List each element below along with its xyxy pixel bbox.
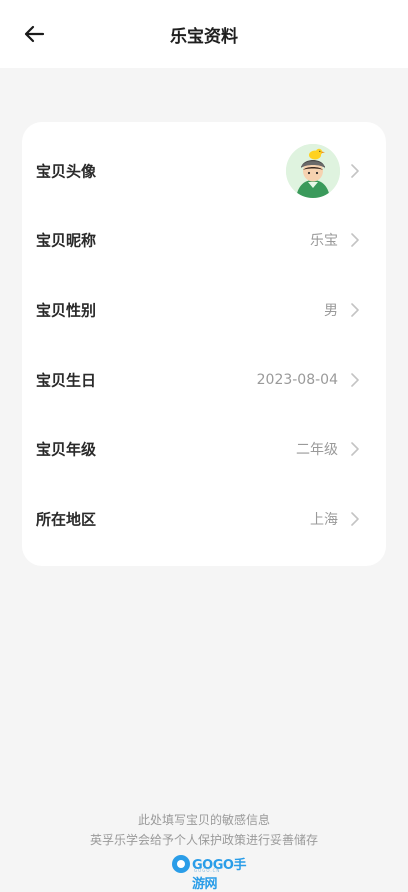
row-value: 二年级 (296, 441, 338, 458)
watermark-sub: GOGO.CN (194, 868, 221, 873)
chevron-right-icon (351, 372, 359, 387)
row-value: 上海 (310, 511, 338, 528)
top-bar: 乐宝资料 (0, 0, 408, 68)
chevron-right-icon (351, 163, 359, 178)
row-label: 宝贝年级 (36, 440, 97, 458)
chevron-right-icon (351, 511, 359, 526)
row-avatar[interactable]: 宝贝头像 (22, 136, 386, 205)
page-title: 乐宝资料 (170, 27, 238, 47)
footer-note-line-1: 此处填写宝贝的敏感信息 (137, 813, 270, 827)
chevron-right-icon (351, 302, 359, 317)
row-value: 乐宝 (310, 232, 338, 249)
watermark-brand: GOGO手游网 (192, 858, 246, 892)
row-label: 宝贝生日 (36, 371, 97, 389)
child-avatar-illustration (286, 143, 340, 198)
footer-note-line-2: 英孚乐学会给予个人保护政策进行妥善储存 (89, 833, 318, 847)
row-label: 宝贝性别 (36, 301, 97, 319)
watermark-logo: GOGO手游网 GOGO.CN (172, 853, 252, 892)
watermark-e-icon (172, 855, 190, 873)
chevron-right-icon (351, 441, 359, 456)
row-label: 宝贝昵称 (36, 231, 97, 249)
row-grade[interactable]: 宝贝年级 二年级 (22, 414, 386, 483)
profile-card: 宝贝头像 宝贝昵称 乐宝 宝贝性别 男 宝贝生日 2023-08-04 宝贝年级… (22, 122, 386, 566)
row-label: 所在地区 (36, 510, 97, 528)
row-gender[interactable]: 宝贝性别 男 (22, 275, 386, 344)
row-value: 2023-08-04 (256, 371, 338, 388)
avatar[interactable] (286, 143, 340, 198)
chevron-right-icon (351, 232, 359, 247)
row-region[interactable]: 所在地区 上海 (22, 484, 386, 553)
row-birthday[interactable]: 宝贝生日 2023-08-04 (22, 345, 386, 414)
row-label: 宝贝头像 (36, 162, 97, 180)
row-value: 男 (324, 302, 338, 319)
row-nickname[interactable]: 宝贝昵称 乐宝 (22, 205, 386, 274)
